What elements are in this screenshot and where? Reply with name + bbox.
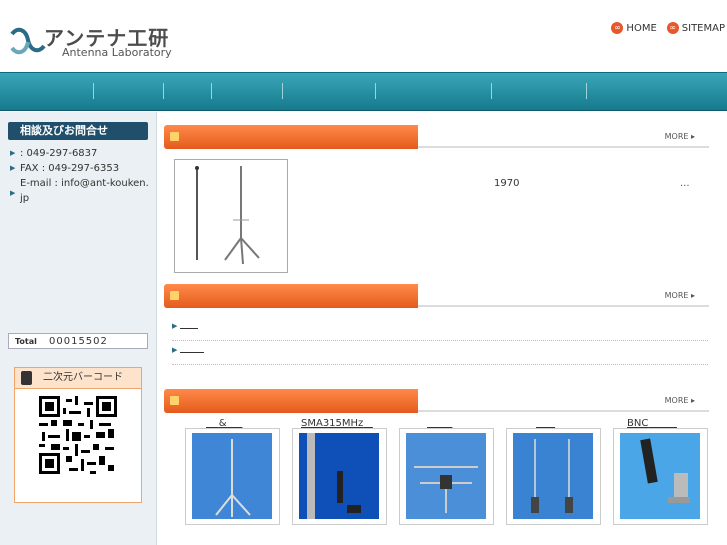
section-title-bar xyxy=(164,125,418,149)
more-link-news[interactable]: MORE ▸ xyxy=(665,291,695,300)
bullet-icon: ▶ xyxy=(10,189,16,197)
sitemap-link[interactable]: ∞ SITEMAP xyxy=(666,22,725,34)
nav-separator xyxy=(282,83,283,99)
counter-value: 00015502 xyxy=(49,336,108,347)
home-link-label: HOME xyxy=(626,22,657,34)
header: アンテナ工研 Antenna Laboratory ∞ HOME ∞ SITEM… xyxy=(0,0,727,72)
product-caption-whip[interactable] xyxy=(536,418,555,429)
nav-separator xyxy=(491,83,492,99)
product-card-sma[interactable] xyxy=(292,428,387,525)
product-image xyxy=(513,433,593,519)
more-link-products[interactable]: MORE ▸ xyxy=(665,396,695,405)
product-caption-sma[interactable]: SMA315MHz xyxy=(301,418,373,429)
phone-text: : 049-297-6837 xyxy=(20,148,98,159)
fax-row: ▶ FAX : 049-297-6353 xyxy=(10,161,150,176)
nav-separator xyxy=(375,83,376,99)
qr-panel: 二次元バーコード xyxy=(14,367,142,503)
news-link[interactable] xyxy=(180,318,198,329)
product-caption-tripod-text: & xyxy=(218,418,227,429)
product-card-whip[interactable] xyxy=(506,428,601,525)
section-bar-products: MORE ▸ xyxy=(164,389,709,413)
home-link[interactable]: ∞ HOME xyxy=(611,22,657,34)
section-marker-icon xyxy=(170,132,179,141)
qr-heading: 二次元バーコード xyxy=(15,368,141,389)
main-nav xyxy=(0,72,727,111)
about-ellipsis: ... xyxy=(680,178,690,189)
phone-row: ▶ : 049-297-6837 xyxy=(10,146,150,161)
product-card-dipole[interactable] xyxy=(399,428,494,525)
qr-heading-label: 二次元バーコード xyxy=(43,372,123,383)
section-underline xyxy=(418,305,709,307)
section-bar-news: MORE ▸ xyxy=(164,284,709,308)
tripod-antenna-image xyxy=(195,166,260,265)
sitemap-link-label: SITEMAP xyxy=(681,22,725,34)
mobile-phone-icon xyxy=(21,371,32,385)
nav-separator xyxy=(93,83,94,99)
section-underline xyxy=(418,410,709,412)
section-title-bar xyxy=(164,389,418,413)
fax-text: FAX : 049-297-6353 xyxy=(20,163,120,174)
email-row: ▶ E-mail : info@ant-kouken.jp xyxy=(10,176,150,206)
nav-separator xyxy=(163,83,164,99)
product-caption-dipole[interactable] xyxy=(427,418,452,429)
bullet-icon: ▶ xyxy=(10,164,16,172)
contact-heading: 相談及びお問合せ xyxy=(8,122,148,140)
qr-code-image xyxy=(39,396,117,474)
product-card-tripod[interactable] xyxy=(185,428,280,525)
product-caption-sma-text: SMA315MHz xyxy=(301,418,364,429)
section-title-bar xyxy=(164,284,418,308)
top-links: ∞ HOME ∞ SITEMAP xyxy=(611,22,725,34)
sidebar: 相談及びお問合せ ▶ : 049-297-6837 ▶ FAX : 049-297-… xyxy=(0,112,157,545)
nav-separator xyxy=(586,83,587,99)
product-caption-tripod[interactable]: & xyxy=(206,418,242,429)
visitor-counter: Total 00015502 xyxy=(8,333,148,349)
product-image xyxy=(299,433,379,519)
email-text[interactable]: E-mail : info@ant-kouken.jp xyxy=(20,176,150,206)
section-marker-icon xyxy=(170,291,179,300)
news-item: ▶ xyxy=(172,340,708,365)
logo-icon xyxy=(10,27,46,55)
home-circle-icon: ∞ xyxy=(611,22,624,34)
section-marker-icon xyxy=(170,396,179,405)
nav-separator xyxy=(211,83,212,99)
product-image xyxy=(620,433,700,519)
product-caption-bnc-text: BNC xyxy=(627,418,649,429)
counter-label: Total xyxy=(15,337,37,346)
tripod-antenna-photo[interactable] xyxy=(174,159,288,273)
more-link-about[interactable]: MORE ▸ xyxy=(665,132,695,141)
news-link[interactable] xyxy=(180,342,204,353)
product-card-bnc[interactable] xyxy=(613,428,708,525)
section-bar-about: MORE ▸ xyxy=(164,125,709,149)
sitemap-circle-icon: ∞ xyxy=(666,22,679,34)
product-image xyxy=(406,433,486,519)
news-item: ▶ xyxy=(172,316,708,341)
section-underline xyxy=(418,146,709,148)
product-image xyxy=(192,433,272,519)
bullet-icon: ▶ xyxy=(10,149,16,157)
about-year: 1970 xyxy=(494,178,520,189)
product-caption-bnc[interactable]: BNC xyxy=(627,418,677,429)
logo-subtitle: Antenna Laboratory xyxy=(62,46,172,59)
contact-info: ▶ : 049-297-6837 ▶ FAX : 049-297-6353 ▶ E-m… xyxy=(10,146,150,206)
news-bullet-icon: ▶ xyxy=(172,346,178,354)
news-bullet-icon: ▶ xyxy=(172,322,178,330)
